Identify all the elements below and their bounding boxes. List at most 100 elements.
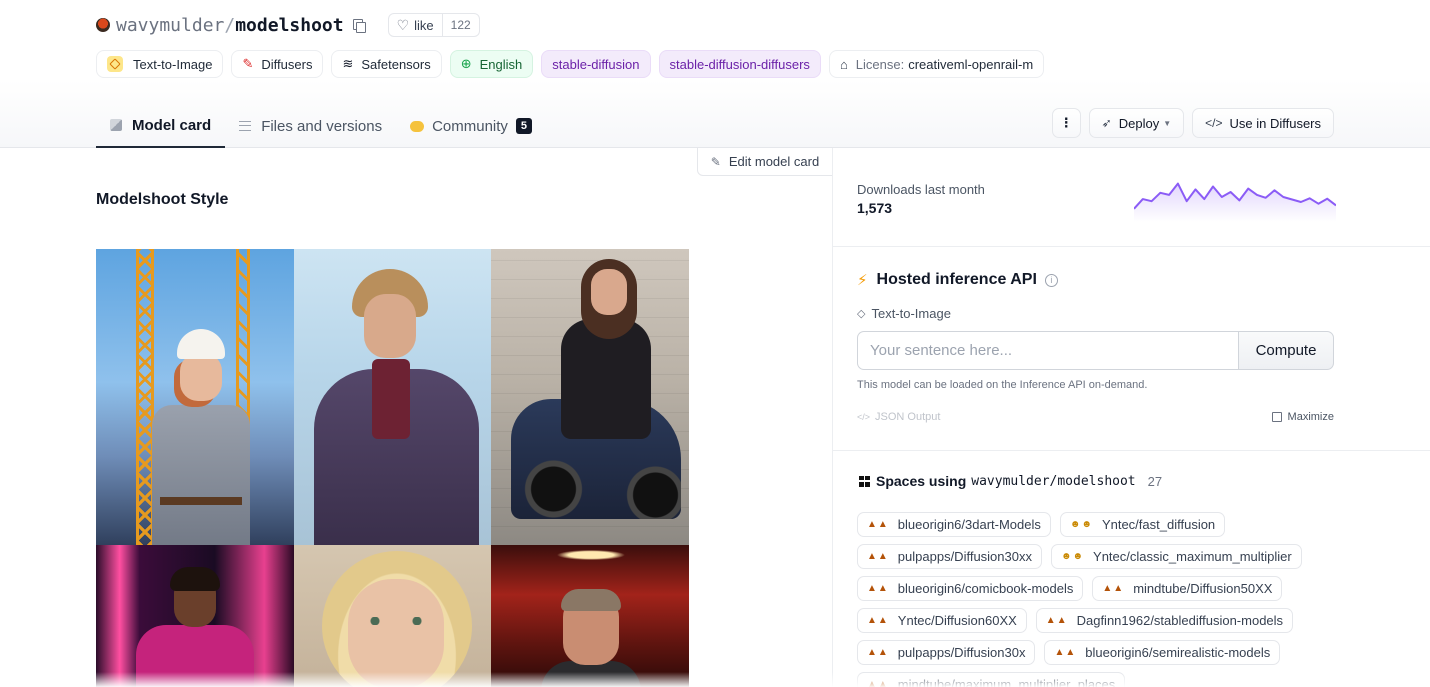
like-box: ♡ like 122 [387,13,480,37]
spaces-list: ▲▲ blueorigin6/3dart-Models ☻☻ Yntec/fast_d… [857,512,1337,687]
maximize-icon [1271,412,1282,422]
sample-image-diner [491,545,689,687]
pipeline-icon [107,56,123,72]
sample-image-blonde [294,545,491,687]
space-chip[interactable]: ▲▲ Yntec/Diffusion60XX [857,608,1027,633]
files-icon [239,121,252,131]
lightning-icon: ⚡ [857,272,868,289]
tag-label: creativeml-openrail-m [908,56,1034,72]
repo-header: wavymulder / modelshoot ♡ like 122 Text-… [0,0,1430,148]
edit-model-card-button[interactable]: ✎ Edit model card [697,148,833,176]
space-chip[interactable]: ▲▲ pulpapps/Diffusion30x [857,640,1036,665]
globe-icon: ⊕ [460,56,472,71]
sentence-input[interactable] [857,331,1238,370]
deploy-button[interactable]: ➶ Deploy ▼ [1088,108,1185,138]
tag-english[interactable]: ⊕ English [449,50,534,78]
like-button[interactable]: ♡ like [389,14,442,36]
space-chip[interactable]: ☻☻ Yntec/classic_maximum_multiplier [1050,544,1302,569]
repo-title-row: wavymulder / modelshoot ♡ like 122 [96,12,480,38]
use-label: Use in Diffusers [1229,115,1321,131]
more-options-button[interactable]: ⋮ [1051,108,1081,138]
tag-safetensors[interactable]: ≋ Safetensors [331,50,442,78]
bottom-fade [0,672,1430,687]
space-name: blueorigin6/semirealistic-models [1085,645,1271,660]
tab-label: Files and versions [261,117,383,135]
repo-owner-link[interactable]: wavymulder [116,15,224,36]
space-chip[interactable]: ▲▲ blueorigin6/semirealistic-models [1044,640,1281,665]
owner-avatar[interactable] [96,18,110,32]
json-output-toggle[interactable]: </> JSON Output [857,411,940,423]
inference-note: This model can be loaded on the Inferenc… [857,379,1148,391]
tag-label: stable-diffusion [552,56,640,72]
space-emoji-icon: ▲▲ [867,519,889,530]
maximize-label: Maximize [1287,411,1334,423]
sparkline-area [1134,183,1336,222]
space-emoji-icon: ☻☻ [1069,519,1093,530]
space-name: Dagfinn1962/stablediffusion-models [1076,613,1284,628]
tag-label: Text-to-Image [133,56,213,72]
spaces-icon [859,475,870,487]
copy-icon[interactable] [352,18,366,33]
spaces-label: Spaces using [876,473,967,489]
sample-image-grid [96,249,689,687]
space-name: blueorigin6/3dart-Models [897,517,1041,532]
space-emoji-icon: ☻☻ [1060,551,1085,562]
space-name: Yntec/Diffusion60XX [897,613,1017,628]
inference-pipeline: ◇ Text-to-Image [857,306,951,321]
sidebar-divider [833,450,1430,451]
space-chip[interactable]: ▲▲ blueorigin6/comicbook-models [857,576,1084,601]
like-count[interactable]: 122 [441,14,479,36]
downloads-label: Downloads last month [857,182,985,197]
code-icon: </> [857,412,871,422]
tab-model-card[interactable]: Model card [96,104,226,148]
edit-label: Edit model card [728,154,820,169]
tag-label: English [479,56,523,72]
tag-label: stable-diffusion-diffusers [669,56,810,72]
diffusers-icon: ✎ [242,56,254,71]
tab-community[interactable]: Community 5 [396,104,546,148]
model-card-heading: Modelshoot Style [96,191,229,208]
tab-files-and-versions[interactable]: Files and versions [225,104,396,148]
spaces-count: 27 [1147,473,1163,489]
tag-icon: ◇ [857,308,866,320]
space-chip[interactable]: ▲▲ Dagfinn1962/stablediffusion-models [1035,608,1294,633]
tag-stable-diffusion-diffusers[interactable]: stable-diffusion-diffusers [658,50,821,78]
tag-text-to-image[interactable]: Text-to-Image [96,50,224,78]
space-chip[interactable]: ▲▲ blueorigin6/3dart-Models [857,512,1051,537]
space-chip[interactable]: ☻☻ Yntec/fast_diffusion [1059,512,1226,537]
tag-label: Diffusers [261,56,313,72]
cube-icon [110,119,122,131]
rocket-icon: ➶ [1101,116,1112,130]
repo-actions: ⋮ ➶ Deploy ▼ </> Use in Diffusers [1051,108,1334,138]
json-output-label: JSON Output [875,411,941,423]
tag-diffusers[interactable]: ✎ Diffusers [231,50,324,78]
space-emoji-icon: ▲▲ [1102,583,1125,594]
use-in-diffusers-button[interactable]: </> Use in Diffusers [1192,108,1334,138]
pencil-icon: ✎ [710,154,721,169]
license-prefix: License: [855,56,905,72]
code-icon: </> [1205,116,1223,130]
space-emoji-icon: ▲▲ [867,551,889,562]
info-icon[interactable]: i [1044,273,1058,287]
space-emoji-icon: ▲▲ [867,615,889,626]
space-emoji-icon: ▲▲ [1054,647,1077,658]
space-name: Yntec/fast_diffusion [1101,517,1216,532]
space-emoji-icon: ▲▲ [867,647,889,658]
space-name: pulpapps/Diffusion30xx [897,549,1032,564]
inference-pipeline-label: Text-to-Image [871,306,951,321]
downloads-value: 1,573 [857,200,893,216]
tag-license[interactable]: ⌂ License: creativeml-openrail-m [828,50,1045,78]
repo-name-link[interactable]: modelshoot [235,15,343,36]
space-name: mindtube/Diffusion50XX [1133,581,1273,596]
maximize-button[interactable]: Maximize [1271,411,1334,423]
sample-image-coat [294,249,491,545]
space-name: Yntec/classic_maximum_multiplier [1093,549,1292,564]
inference-input-row: Compute [857,331,1334,370]
sidebar-divider [833,246,1430,247]
tag-stable-diffusion[interactable]: stable-diffusion [541,50,651,78]
compute-button[interactable]: Compute [1238,331,1334,370]
tab-label: Model card [132,116,212,134]
sample-image-construction [96,249,294,545]
space-chip[interactable]: ▲▲ mindtube/Diffusion50XX [1092,576,1283,601]
space-chip[interactable]: ▲▲ pulpapps/Diffusion30xx [857,544,1042,569]
